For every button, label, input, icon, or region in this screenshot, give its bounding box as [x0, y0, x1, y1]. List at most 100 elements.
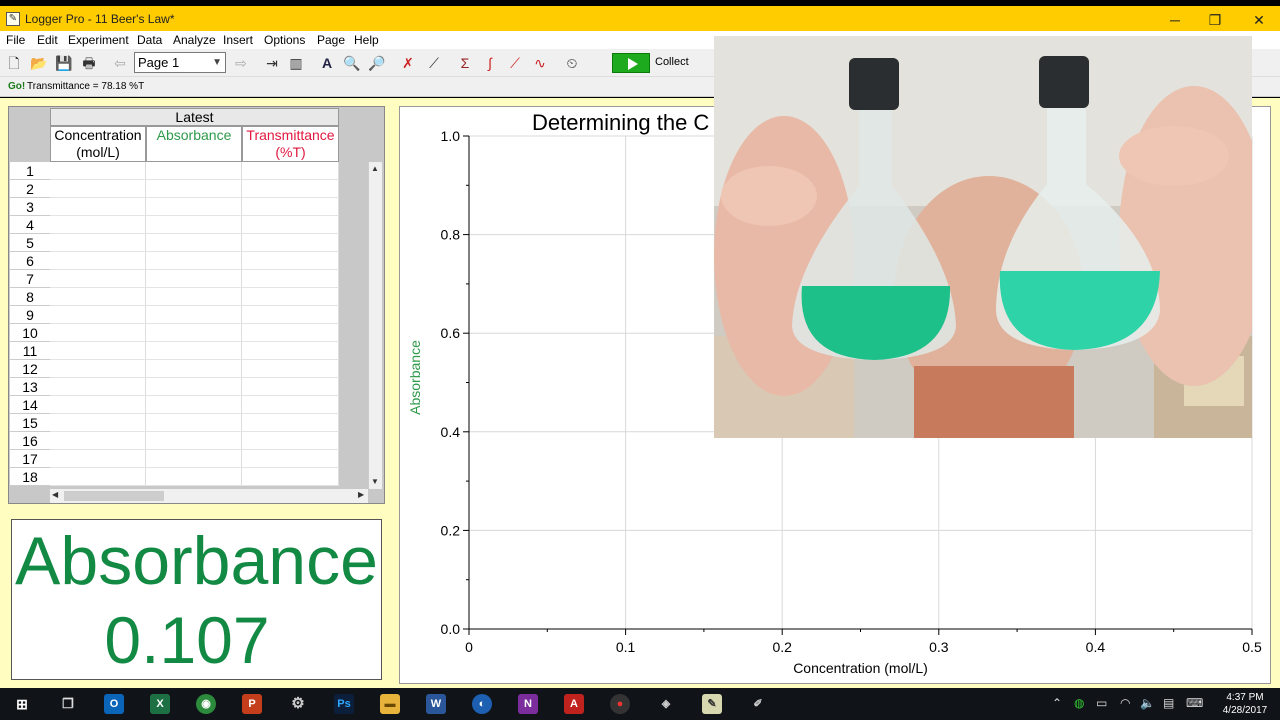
- menu-insert[interactable]: Insert: [223, 33, 253, 47]
- row-number[interactable]: 11: [10, 342, 50, 360]
- scroll-up-icon[interactable]: ▲: [371, 164, 379, 173]
- row-number[interactable]: 15: [10, 414, 50, 432]
- app-icon[interactable]: ◈: [656, 694, 676, 714]
- zoom-in-icon[interactable]: 🔍: [342, 53, 362, 73]
- absorbance-meter[interactable]: Absorbance 0.107: [11, 519, 382, 680]
- table-cell[interactable]: [242, 414, 339, 432]
- menu-help[interactable]: Help: [354, 33, 379, 47]
- table-cell[interactable]: [50, 468, 146, 486]
- table-cell[interactable]: [50, 378, 146, 396]
- row-number[interactable]: 14: [10, 396, 50, 414]
- tray-app-icon[interactable]: ◍: [1074, 696, 1084, 710]
- table-cell[interactable]: [242, 468, 339, 486]
- table-horizontal-scrollbar[interactable]: ◀ ▶: [50, 489, 368, 503]
- table-cell[interactable]: [242, 216, 339, 234]
- table-cell[interactable]: [146, 432, 242, 450]
- browser-icon[interactable]: ◐: [472, 694, 492, 714]
- menu-options[interactable]: Options: [264, 33, 305, 47]
- new-file-icon[interactable]: 🗋: [4, 53, 24, 73]
- menu-edit[interactable]: Edit: [37, 33, 58, 47]
- zoom-out-icon[interactable]: 🔎: [367, 53, 387, 73]
- save-icon[interactable]: 💾: [54, 53, 74, 73]
- onenote-icon[interactable]: N: [518, 694, 538, 714]
- table-cell[interactable]: [242, 396, 339, 414]
- table-cell[interactable]: [50, 162, 146, 180]
- row-number[interactable]: 8: [10, 288, 50, 306]
- row-number[interactable]: 12: [10, 360, 50, 378]
- table-cell[interactable]: [146, 360, 242, 378]
- menu-file[interactable]: File: [6, 33, 25, 47]
- logger-pro-taskbar-icon[interactable]: ✎: [702, 694, 722, 714]
- curve-fit-icon[interactable]: ∿: [530, 53, 550, 73]
- row-number[interactable]: 4: [10, 216, 50, 234]
- table-cell[interactable]: [242, 342, 339, 360]
- table-cell[interactable]: [146, 324, 242, 342]
- table-cell[interactable]: [50, 252, 146, 270]
- show-hidden-icons-icon[interactable]: ⌃: [1052, 696, 1062, 710]
- next-page-icon[interactable]: ⇨: [231, 53, 251, 73]
- data-set-icon[interactable]: ▥: [286, 53, 306, 73]
- notifications-icon[interactable]: ▤: [1163, 696, 1174, 710]
- linear-fit-icon[interactable]: ⟋: [505, 53, 525, 73]
- table-cell[interactable]: [50, 324, 146, 342]
- start-button-icon[interactable]: ⊞: [12, 694, 32, 714]
- table-cell[interactable]: [146, 162, 242, 180]
- table-cell[interactable]: [242, 270, 339, 288]
- table-cell[interactable]: [50, 234, 146, 252]
- row-number[interactable]: 17: [10, 450, 50, 468]
- column-header-transmittance[interactable]: Transmittance (%T): [242, 126, 339, 162]
- statistics-icon[interactable]: Σ: [455, 53, 475, 73]
- examine-icon[interactable]: ✗: [398, 53, 418, 73]
- table-cell[interactable]: [50, 360, 146, 378]
- row-number[interactable]: 5: [10, 234, 50, 252]
- row-number[interactable]: 13: [10, 378, 50, 396]
- table-cell[interactable]: [146, 306, 242, 324]
- table-cell[interactable]: [50, 450, 146, 468]
- table-cell[interactable]: [146, 450, 242, 468]
- table-cell[interactable]: [146, 288, 242, 306]
- table-cell[interactable]: [50, 414, 146, 432]
- collect-label[interactable]: Collect: [655, 56, 689, 68]
- print-icon[interactable]: 🖶: [79, 53, 99, 73]
- menu-experiment[interactable]: Experiment: [68, 33, 129, 47]
- table-cell[interactable]: [146, 234, 242, 252]
- row-number[interactable]: 1: [10, 162, 50, 180]
- excel-icon[interactable]: X: [150, 694, 170, 714]
- table-cell[interactable]: [146, 396, 242, 414]
- menu-page[interactable]: Page: [317, 33, 345, 47]
- table-cell[interactable]: [146, 270, 242, 288]
- data-table[interactable]: Latest Concentration (mol/L) Absorbance …: [8, 106, 385, 504]
- close-button[interactable]: ✕: [1236, 10, 1280, 30]
- table-vertical-scrollbar[interactable]: ▲ ▼: [368, 162, 382, 489]
- table-cell[interactable]: [242, 360, 339, 378]
- table-cell[interactable]: [146, 378, 242, 396]
- table-cell[interactable]: [50, 270, 146, 288]
- autoscale-icon[interactable]: A: [317, 53, 337, 73]
- table-cell[interactable]: [242, 306, 339, 324]
- volume-icon[interactable]: 🔈: [1140, 696, 1155, 710]
- table-cell[interactable]: [50, 216, 146, 234]
- table-cell[interactable]: [50, 306, 146, 324]
- settings-gear-icon[interactable]: ⚙: [288, 694, 308, 714]
- table-cell[interactable]: [242, 288, 339, 306]
- table-cell[interactable]: [146, 252, 242, 270]
- data-collection-icon[interactable]: ⏲: [562, 53, 582, 73]
- row-number[interactable]: 2: [10, 180, 50, 198]
- row-number[interactable]: 18: [10, 468, 50, 486]
- row-number[interactable]: 10: [10, 324, 50, 342]
- record-icon[interactable]: ●: [610, 694, 630, 714]
- table-cell[interactable]: [242, 198, 339, 216]
- table-cell[interactable]: [242, 378, 339, 396]
- maximize-button[interactable]: ❐: [1192, 10, 1238, 30]
- row-number[interactable]: 3: [10, 198, 50, 216]
- row-number[interactable]: 16: [10, 432, 50, 450]
- photoshop-icon[interactable]: Ps: [334, 694, 354, 714]
- word-icon[interactable]: W: [426, 694, 446, 714]
- table-window-icon[interactable]: ⇥: [262, 53, 282, 73]
- scroll-thumb[interactable]: [64, 491, 164, 501]
- table-cell[interactable]: [146, 342, 242, 360]
- menu-data[interactable]: Data: [137, 33, 162, 47]
- table-cell[interactable]: [50, 198, 146, 216]
- table-cell[interactable]: [50, 180, 146, 198]
- page-select[interactable]: Page 1 ▼: [134, 52, 226, 73]
